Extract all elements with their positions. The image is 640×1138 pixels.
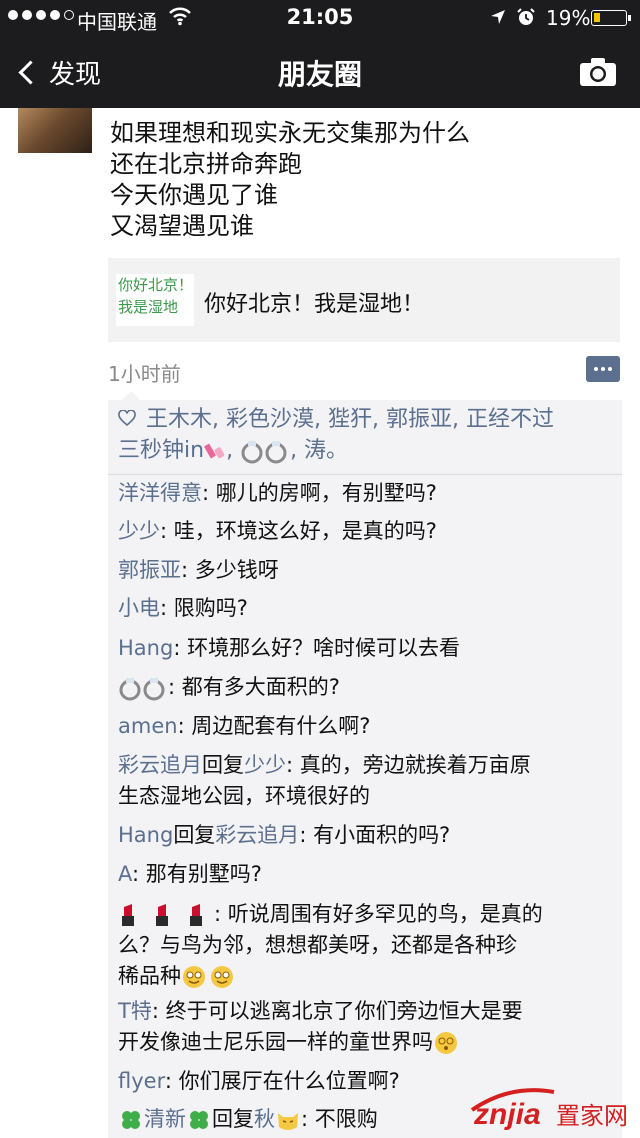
location-arrow-icon	[491, 10, 505, 24]
post-line: 又渴望遇见谁	[110, 212, 254, 240]
comment-text-cont: 么？与鸟为邻，想想都美呀，还都是各种珍	[118, 933, 517, 957]
comment-item[interactable]: A: 那有别墅吗?	[118, 859, 618, 890]
comment-text: : 听说周围有好多罕见的鸟，是真的	[214, 902, 543, 926]
post-line: 还在北京拼命奔跑	[110, 150, 302, 178]
more-actions-button[interactable]	[586, 356, 620, 382]
thumb-line: 你好北京！	[118, 276, 194, 294]
status-bar: 中国联通 21:05 19%	[0, 0, 640, 36]
comment-author[interactable]: T特	[118, 999, 152, 1023]
comment-item[interactable]: Hang: 环境那么好？啥时候可以去看	[118, 633, 618, 664]
battery-icon	[591, 10, 631, 26]
avatar[interactable]	[18, 108, 92, 153]
znjia-watermark-logo: znjia 置家网	[470, 1088, 628, 1131]
comment-text: : 哇，环境这么好，是真的吗?	[160, 519, 437, 543]
comment-item[interactable]: : 都有多大面积的?	[118, 672, 618, 703]
comment-author[interactable]: amen	[118, 714, 178, 738]
comment-author[interactable]: flyer	[118, 1069, 165, 1093]
svg-text:置家网: 置家网	[556, 1102, 628, 1130]
post-text: 如果理想和现实永无交集那为什么 还在北京拼命奔跑 今天你遇见了谁 又渴望遇见谁	[110, 118, 610, 242]
comment-text-cont: 生态湿地公园，环境很好的	[118, 784, 370, 808]
comment-text: : 环境那么好？啥时候可以去看	[173, 636, 461, 660]
camera-icon[interactable]	[578, 56, 618, 88]
page-title: 朋友圈	[277, 58, 362, 91]
battery-percent: 19%	[546, 6, 591, 30]
clock: 21:05	[286, 5, 354, 29]
nail-polish-emoji-icon	[204, 443, 225, 459]
dizzy-face-emoji-icon	[435, 1032, 457, 1054]
comment-text: : 终于可以逃离北京了你们旁边恒大是要	[151, 999, 523, 1023]
comment-item[interactable]: 小电: 限购吗?	[118, 593, 618, 624]
comments-panel: 王木木, 彩色沙漠, 狴犴, 郭振亚, 正经不过 三秒钟in , , 涛。 洋洋…	[108, 391, 622, 1138]
comment-item[interactable]: Hang回复彩云追月: 有小面积的吗?	[118, 820, 618, 851]
comment-text-cont: 开发像迪士尼乐园一样的童世界吗	[118, 1030, 433, 1054]
nav-bar: 发现 朋友圈	[0, 36, 640, 108]
comment-item[interactable]: : 听说周围有好多罕见的鸟，是真的 么？与鸟为邻，想想都美呀，还都是各种珍 稀品…	[118, 899, 618, 992]
link-thumbnail: 你好北京！ 我是湿地	[116, 274, 194, 326]
reply-target[interactable]: 彩云追月	[215, 823, 299, 847]
comment-text: : 限购吗?	[160, 596, 248, 620]
comment-author[interactable]: 少少	[118, 519, 160, 543]
shared-link-card[interactable]: 你好北京！ 我是湿地 你好北京！我是湿地！	[108, 258, 620, 342]
comment-text: : 有小面积的吗?	[299, 823, 451, 847]
lipstick-emoji-icon[interactable]	[118, 902, 214, 928]
svg-text:znjia: znjia	[473, 1098, 541, 1131]
comment-author[interactable]: 彩云追月	[118, 753, 202, 777]
reply-target[interactable]: 少少	[244, 753, 286, 777]
comment-author[interactable]: 郭振亚	[118, 558, 181, 582]
comment-item[interactable]: 少少: 哇，环境这么好，是真的吗?	[118, 516, 618, 547]
likes-name[interactable]: 三秒钟in	[118, 438, 204, 463]
post-line: 今天你遇见了谁	[110, 181, 278, 209]
alarm-clock-icon	[517, 8, 535, 25]
likes-divider	[108, 474, 622, 475]
drooling-face-emoji-icon	[183, 966, 233, 988]
comment-text: : 你们展厅在什么位置啊?	[164, 1069, 400, 1093]
comment-text: : 不限购	[301, 1107, 378, 1131]
comment-text: : 那有别墅吗?	[132, 862, 262, 886]
comment-item[interactable]: T特: 终于可以逃离北京了你们旁边恒大是要 开发像迪士尼乐园一样的童世界吗	[118, 996, 618, 1058]
comment-author[interactable]: 小电	[118, 596, 160, 620]
likes-names[interactable]: 王木木, 彩色沙漠, 狴犴, 郭振亚, 正经不过	[146, 407, 554, 432]
clover-emoji-icon	[122, 1111, 140, 1129]
ring-emoji-icon	[241, 441, 287, 464]
ring-emoji-icon[interactable]	[118, 675, 168, 701]
clover-emoji-icon	[190, 1111, 208, 1129]
comment-author[interactable]: Hang	[118, 823, 173, 847]
post-line: 如果理想和现实永无交集那为什么	[110, 119, 470, 147]
comment-author[interactable]: 洋洋得意	[118, 481, 202, 505]
likes-name[interactable]: , 涛。	[290, 438, 348, 463]
pouting-cat-emoji-icon	[278, 1113, 298, 1130]
comment-author[interactable]: Hang	[118, 636, 173, 660]
reply-target[interactable]: 秋	[254, 1107, 275, 1131]
link-title: 你好北京！我是湿地！	[204, 292, 425, 317]
thumb-line: 我是湿地	[118, 298, 179, 316]
comment-item[interactable]: 郭振亚: 多少钱呀	[118, 555, 618, 586]
likes-list: 王木木, 彩色沙漠, 狴犴, 郭振亚, 正经不过 三秒钟in , , 涛。	[118, 407, 554, 464]
comment-text-cont: 稀品种	[118, 964, 181, 988]
comment-text: : 多少钱呀	[181, 558, 279, 582]
comment-item[interactable]: 彩云追月回复少少: 真的，旁边就挨着万亩原 生态湿地公园，环境很好的	[118, 750, 618, 812]
comment-text: : 周边配套有什么啊?	[177, 714, 371, 738]
comment-author[interactable]: A	[118, 862, 132, 886]
comment-author[interactable]: 清新	[144, 1107, 186, 1131]
heart-icon	[118, 410, 136, 426]
comment-text: : 真的，旁边就挨着万亩原	[286, 753, 531, 777]
comment-text: : 都有多大面积的?	[168, 675, 340, 699]
post-timestamp: 1小时前	[108, 362, 181, 386]
comment-text: : 哪儿的房啊，有别墅吗?	[202, 481, 437, 505]
comment-item[interactable]: amen: 周边配套有什么啊?	[118, 711, 618, 742]
comment-item[interactable]: 洋洋得意: 哪儿的房啊，有别墅吗?	[118, 478, 618, 509]
